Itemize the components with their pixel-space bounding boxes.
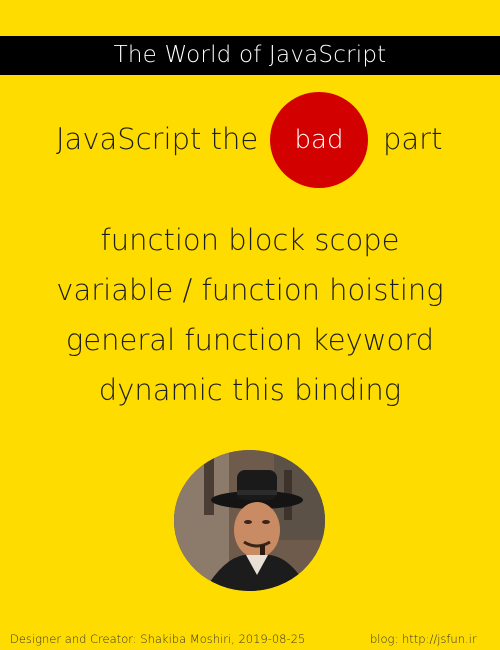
subtitle-line: JavaScript the bad part [0,92,500,188]
portrait-photo [174,450,325,591]
page-title: The World of JavaScript [113,42,387,68]
feature-item: variable / function hoisting [56,273,444,307]
portrait-illustration [174,450,325,591]
feature-item: general function keyword [65,323,435,357]
feature-item: function block scope [100,223,400,257]
credit-text: Designer and Creator: Shakiba Moshiri, 2… [10,632,306,646]
subtitle-prefix: JavaScript the [56,122,259,156]
highlight-word: bad [294,125,344,155]
highlight-circle: bad [270,92,368,188]
subtitle-suffix: part [383,122,443,156]
page-title-bar: The World of JavaScript [0,36,500,75]
feature-item: dynamic this binding [98,373,402,407]
blog-link[interactable]: blog: http://jsfun.ir [370,632,477,646]
